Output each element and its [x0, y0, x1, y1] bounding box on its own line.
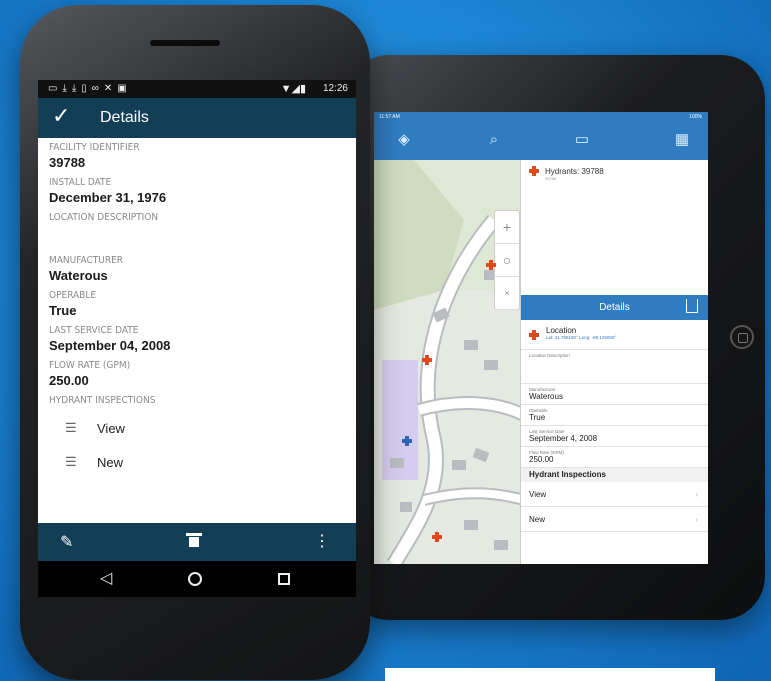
recents-icon[interactable] — [278, 573, 290, 585]
bottom-watermark-strip — [385, 668, 715, 681]
qr-code-icon[interactable]: ▦ — [670, 128, 694, 152]
manufacturer-field: Manufacturer Waterous — [521, 384, 708, 405]
field-value: Waterous — [529, 392, 563, 401]
edit-icon[interactable]: ✎ — [60, 532, 73, 552]
location-coords: Lat: 41.786180° Long: -88.125000° — [546, 335, 617, 340]
delete-icon[interactable] — [186, 533, 202, 547]
search-icon[interactable]: ⌕ — [482, 128, 506, 152]
zoom-slider[interactable]: ○ — [495, 244, 519, 277]
ipad-details-panel: Hydrants: 39788 39788 Details Location L… — [520, 160, 708, 564]
operable-field: Operable True — [521, 405, 708, 426]
field-label: LOCATION DESCRIPTION — [49, 212, 159, 223]
list-add-icon: ☰ — [65, 454, 77, 469]
field-value: True — [529, 413, 546, 422]
android-time: 12:26 — [322, 83, 348, 94]
manufacturer-field: MANUFACTURER Waterous — [49, 255, 345, 283]
layers-icon[interactable]: ◈ — [392, 128, 416, 152]
location-title: Location — [546, 326, 577, 335]
hydrant-marker-selected[interactable] — [402, 436, 412, 446]
back-icon[interactable]: ◁ — [100, 568, 112, 588]
list-icon: ☰ — [65, 420, 77, 435]
view-label: View — [97, 420, 125, 436]
field-label: INSTALL DATE — [49, 177, 112, 188]
home-icon[interactable] — [188, 572, 202, 586]
ipad-screen: 11:57 AM 100% ◈ ⌕ ▭ ▦ + ○ × Hydrants: 39… — [374, 112, 708, 564]
ios-status-bar: 11:57 AM 100% — [374, 112, 708, 122]
zoom-close[interactable]: × — [495, 277, 519, 310]
app-bar-title: Details — [100, 109, 149, 126]
field-value: September 4, 2008 — [529, 434, 598, 443]
field-value: True — [49, 303, 77, 318]
hydrant-icon — [529, 166, 539, 176]
phone-speaker — [150, 40, 220, 46]
last-service-date-field: LAST SERVICE DATE September 04, 2008 — [49, 325, 345, 353]
ios-battery: 100% — [689, 114, 702, 120]
flow-rate-field: Flow Rate (GPM) 250.00 — [521, 447, 708, 468]
signal-icon: ▼◢▮ — [280, 83, 306, 95]
hydrant-marker[interactable] — [486, 260, 496, 270]
flow-rate-field: FLOW RATE (GPM) 250.00 — [49, 360, 345, 388]
ios-time: 11:57 AM — [379, 114, 400, 120]
android-bottom-bar: ✎ ⋮ — [38, 523, 356, 561]
inspections-new-button[interactable]: ☰ New — [65, 450, 345, 474]
location-description-field: LOCATION DESCRIPTION — [49, 212, 345, 241]
hydrant-marker[interactable] — [422, 355, 432, 365]
field-label: LAST SERVICE DATE — [49, 325, 139, 336]
android-nav-bar: ◁ — [38, 561, 356, 597]
field-label: FACILITY IDENTIFIER — [49, 142, 140, 153]
popup-item[interactable]: Hydrants: 39788 — [529, 166, 700, 176]
field-label: MANUFACTURER — [49, 255, 124, 266]
inspections-header: Hydrant Inspections — [521, 468, 708, 482]
operable-field: OPERABLE True — [49, 290, 345, 318]
facility-identifier-field: FACILITY IDENTIFIER 39788 — [49, 142, 345, 170]
popup-subtitle: 39788 — [545, 176, 557, 181]
share-icon[interactable] — [686, 299, 698, 313]
last-service-date-field: Last Service Date September 4, 2008 — [521, 426, 708, 447]
section-label: HYDRANT INSPECTIONS — [49, 395, 156, 406]
inspections-view-row[interactable]: View — [521, 482, 708, 507]
field-value: 250.00 — [529, 455, 554, 464]
android-details-content: FACILITY IDENTIFIER 39788 INSTALL DATE D… — [38, 138, 356, 523]
location-row[interactable]: Location Lat: 41.786180° Long: -88.12500… — [521, 320, 708, 350]
location-description-field: Location Description — [521, 350, 708, 384]
field-value: 250.00 — [49, 373, 89, 388]
new-label: New — [97, 454, 124, 470]
field-value: December 31, 1976 — [49, 190, 167, 205]
zoom-control: + ○ × — [494, 210, 520, 310]
field-label: Location Description — [529, 353, 570, 358]
map-tools-icon[interactable]: ▭ — [570, 128, 594, 152]
field-label: OPERABLE — [49, 290, 97, 301]
field-value: 39788 — [49, 155, 86, 170]
inspections-new-row[interactable]: New — [521, 507, 708, 532]
field-value: September 04, 2008 — [49, 338, 171, 353]
field-label: FLOW RATE (GPM) — [49, 360, 131, 371]
inspections-view-button[interactable]: ☰ View — [65, 416, 345, 440]
android-status-bar: ▭⤓⤓▯∞✕▣ ▼◢▮ 12:26 — [38, 80, 356, 98]
install-date-field: INSTALL DATE December 31, 1976 — [49, 177, 345, 205]
more-options-icon[interactable]: ⋮ — [314, 531, 330, 551]
android-app-bar: ✓ Details — [38, 98, 356, 138]
popup-list: Hydrants: 39788 39788 — [521, 160, 708, 295]
check-icon[interactable]: ✓ — [52, 103, 70, 129]
notification-icons: ▭⤓⤓▯∞✕▣ — [48, 83, 132, 94]
field-value — [49, 225, 345, 241]
hydrant-marker[interactable] — [432, 532, 442, 542]
field-value: Waterous — [49, 268, 108, 283]
zoom-in-button[interactable]: + — [495, 211, 519, 244]
ipad-home-button[interactable] — [730, 325, 754, 349]
details-header: Details — [521, 295, 708, 320]
hydrant-icon — [529, 330, 539, 340]
hydrant-inspections-section: HYDRANT INSPECTIONS — [49, 395, 345, 406]
details-title: Details — [599, 302, 630, 313]
popup-title: Hydrants: 39788 — [545, 166, 604, 176]
ios-toolbar: ◈ ⌕ ▭ ▦ — [374, 122, 708, 160]
